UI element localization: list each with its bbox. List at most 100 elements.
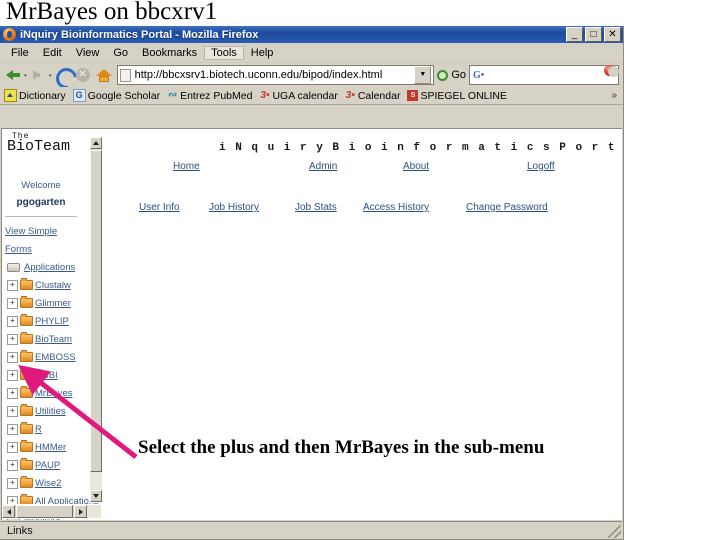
bookmark-entrez-pubmed[interactable]: ∾ Entrez PubMed <box>167 90 252 102</box>
sidebar-link-view-simple[interactable]: View Simple <box>5 226 57 237</box>
back-dropdown-icon[interactable]: • <box>24 71 27 80</box>
tree-item[interactable]: + Clustalw <box>3 276 87 294</box>
tree-item[interactable]: + EMBOSS <box>3 348 87 366</box>
expand-plus-icon[interactable]: + <box>7 369 18 381</box>
subnav-access-history[interactable]: Access History <box>363 202 429 213</box>
menu-help[interactable]: Help <box>244 46 281 60</box>
sidebar-vertical-scrollbar[interactable] <box>89 136 103 503</box>
folder-icon <box>20 458 33 470</box>
folder-icon <box>20 368 33 380</box>
subnav-user-info[interactable]: User Info <box>139 202 180 213</box>
menu-bookmarks[interactable]: Bookmarks <box>135 46 204 60</box>
nav-about[interactable]: About <box>403 161 429 172</box>
tree-item[interactable]: + Wise2 <box>3 474 87 492</box>
hscrollbar-thumb[interactable] <box>16 505 73 518</box>
bookmark-label: Entrez PubMed <box>180 89 253 102</box>
nav-home[interactable]: Home <box>173 161 200 172</box>
scroll-left-button[interactable] <box>2 505 15 518</box>
go-icon <box>437 69 449 81</box>
go-button[interactable]: Go <box>437 69 466 81</box>
tree-item-label[interactable]: PHYLIP <box>35 316 69 327</box>
menu-edit[interactable]: Edit <box>36 46 69 60</box>
expand-plus-icon[interactable]: + <box>7 387 18 399</box>
scrollbar-thumb[interactable] <box>90 150 102 472</box>
address-dropdown-icon[interactable]: ▼ <box>414 66 432 84</box>
tree-item-label[interactable]: Utilities <box>35 406 66 417</box>
tree-item-label[interactable]: Wise2 <box>35 478 61 489</box>
scroll-down-button[interactable] <box>90 490 102 502</box>
bookmark-google-scholar[interactable]: G Google Scholar <box>72 89 160 102</box>
menu-go[interactable]: Go <box>106 46 135 60</box>
bookmark-dictionary[interactable]: Dictionary <box>4 89 66 102</box>
nav-admin[interactable]: Admin <box>309 161 337 172</box>
close-button[interactable]: ✕ <box>604 27 621 42</box>
menu-view[interactable]: View <box>69 46 107 60</box>
expand-plus-icon[interactable]: + <box>7 441 18 453</box>
scroll-up-button[interactable] <box>90 137 102 149</box>
scroll-right-button[interactable] <box>74 505 87 518</box>
nav-logoff[interactable]: Logoff <box>527 161 555 172</box>
tree-item-label[interactable]: NCBI <box>35 370 58 381</box>
expand-plus-icon[interactable]: + <box>7 477 18 489</box>
tree-item-label[interactable]: BioTeam <box>35 334 72 345</box>
forward-button[interactable] <box>29 66 48 85</box>
tree-item-label[interactable]: HMMer <box>35 442 66 453</box>
search-box[interactable]: G• <box>469 65 619 85</box>
slide-title: MrBayes on bbcxrv1 <box>6 0 218 25</box>
spiegel-icon: S <box>407 90 419 101</box>
secondary-indicator <box>608 66 619 77</box>
expand-plus-icon[interactable]: + <box>7 423 18 435</box>
tree-item[interactable]: Applications <box>3 258 87 276</box>
tree-item-label[interactable]: Clustalw <box>35 280 71 291</box>
home-button[interactable] <box>94 66 113 85</box>
tree-item[interactable]: + BioTeam <box>3 330 87 348</box>
subnav-job-stats[interactable]: Job Stats <box>295 202 337 213</box>
tree-item-label[interactable]: MrBayes <box>35 388 72 399</box>
bookmark-spiegel-online[interactable]: S SPIEGEL ONLINE <box>407 90 507 102</box>
forward-dropdown-icon[interactable]: • <box>49 71 52 80</box>
expand-plus-icon[interactable]: + <box>7 297 18 309</box>
tree-item[interactable]: + NCBI <box>3 366 87 384</box>
folder-icon <box>20 422 33 434</box>
tree-item[interactable]: + Glimmer <box>3 294 87 312</box>
subnav-change-password[interactable]: Change Password <box>466 202 548 213</box>
tree-item[interactable]: + HMMer <box>3 438 87 456</box>
minimize-button[interactable]: _ <box>566 27 583 42</box>
address-bar[interactable]: http://bbcxsrv1.biotech.uconn.edu/bipod/… <box>116 65 435 85</box>
tree-item[interactable]: + PHYLIP <box>3 312 87 330</box>
firefox-icon <box>3 28 16 41</box>
expand-plus-icon[interactable]: + <box>7 279 18 291</box>
folder-icon <box>20 296 33 308</box>
menu-tools[interactable]: Tools <box>204 45 244 60</box>
maximize-button[interactable]: □ <box>585 27 602 42</box>
stop-button[interactable]: ✕ <box>74 66 93 85</box>
back-button[interactable] <box>4 66 23 85</box>
bookmark-uga-calendar[interactable]: 3• UGA calendar <box>259 90 337 102</box>
tree-item[interactable]: + Utilities <box>3 402 87 420</box>
subnav-job-history[interactable]: Job History <box>209 202 259 213</box>
expand-plus-icon[interactable]: + <box>7 459 18 471</box>
tree-item-label[interactable]: Glimmer <box>35 298 71 309</box>
tree-item-label[interactable]: PAUP <box>35 460 60 471</box>
tree-item[interactable]: + R <box>3 420 87 438</box>
menu-file[interactable]: File <box>4 46 36 60</box>
expand-plus-icon[interactable]: + <box>7 333 18 345</box>
search-input[interactable] <box>484 68 615 82</box>
url-text: http://bbcxsrv1.biotech.uconn.edu/bipod/… <box>134 69 383 81</box>
hscrollbar-corner <box>87 505 101 518</box>
tree-item[interactable]: + MrBayes <box>3 384 87 402</box>
resize-grip[interactable] <box>608 525 621 538</box>
expand-plus-icon[interactable]: + <box>7 315 18 327</box>
expand-plus-icon[interactable]: + <box>7 351 18 363</box>
reload-button[interactable] <box>51 63 81 93</box>
bookmarks-overflow-icon[interactable]: » <box>611 90 617 101</box>
tree-item-label[interactable]: R <box>35 424 42 435</box>
tree-item-label[interactable]: EMBOSS <box>35 352 76 363</box>
slide-canvas: MrBayes on bbcxrv1 iNquiry Bioinformatic… <box>0 0 720 540</box>
bookmark-calendar[interactable]: 3• Calendar <box>345 90 401 102</box>
sidebar-horizontal-scrollbar[interactable] <box>1 504 102 519</box>
sidebar-link-forms[interactable]: Forms <box>5 244 32 255</box>
expand-plus-icon[interactable]: + <box>7 405 18 417</box>
tree-item-label[interactable]: Applications <box>24 262 75 273</box>
tree-item[interactable]: + PAUP <box>3 456 87 474</box>
